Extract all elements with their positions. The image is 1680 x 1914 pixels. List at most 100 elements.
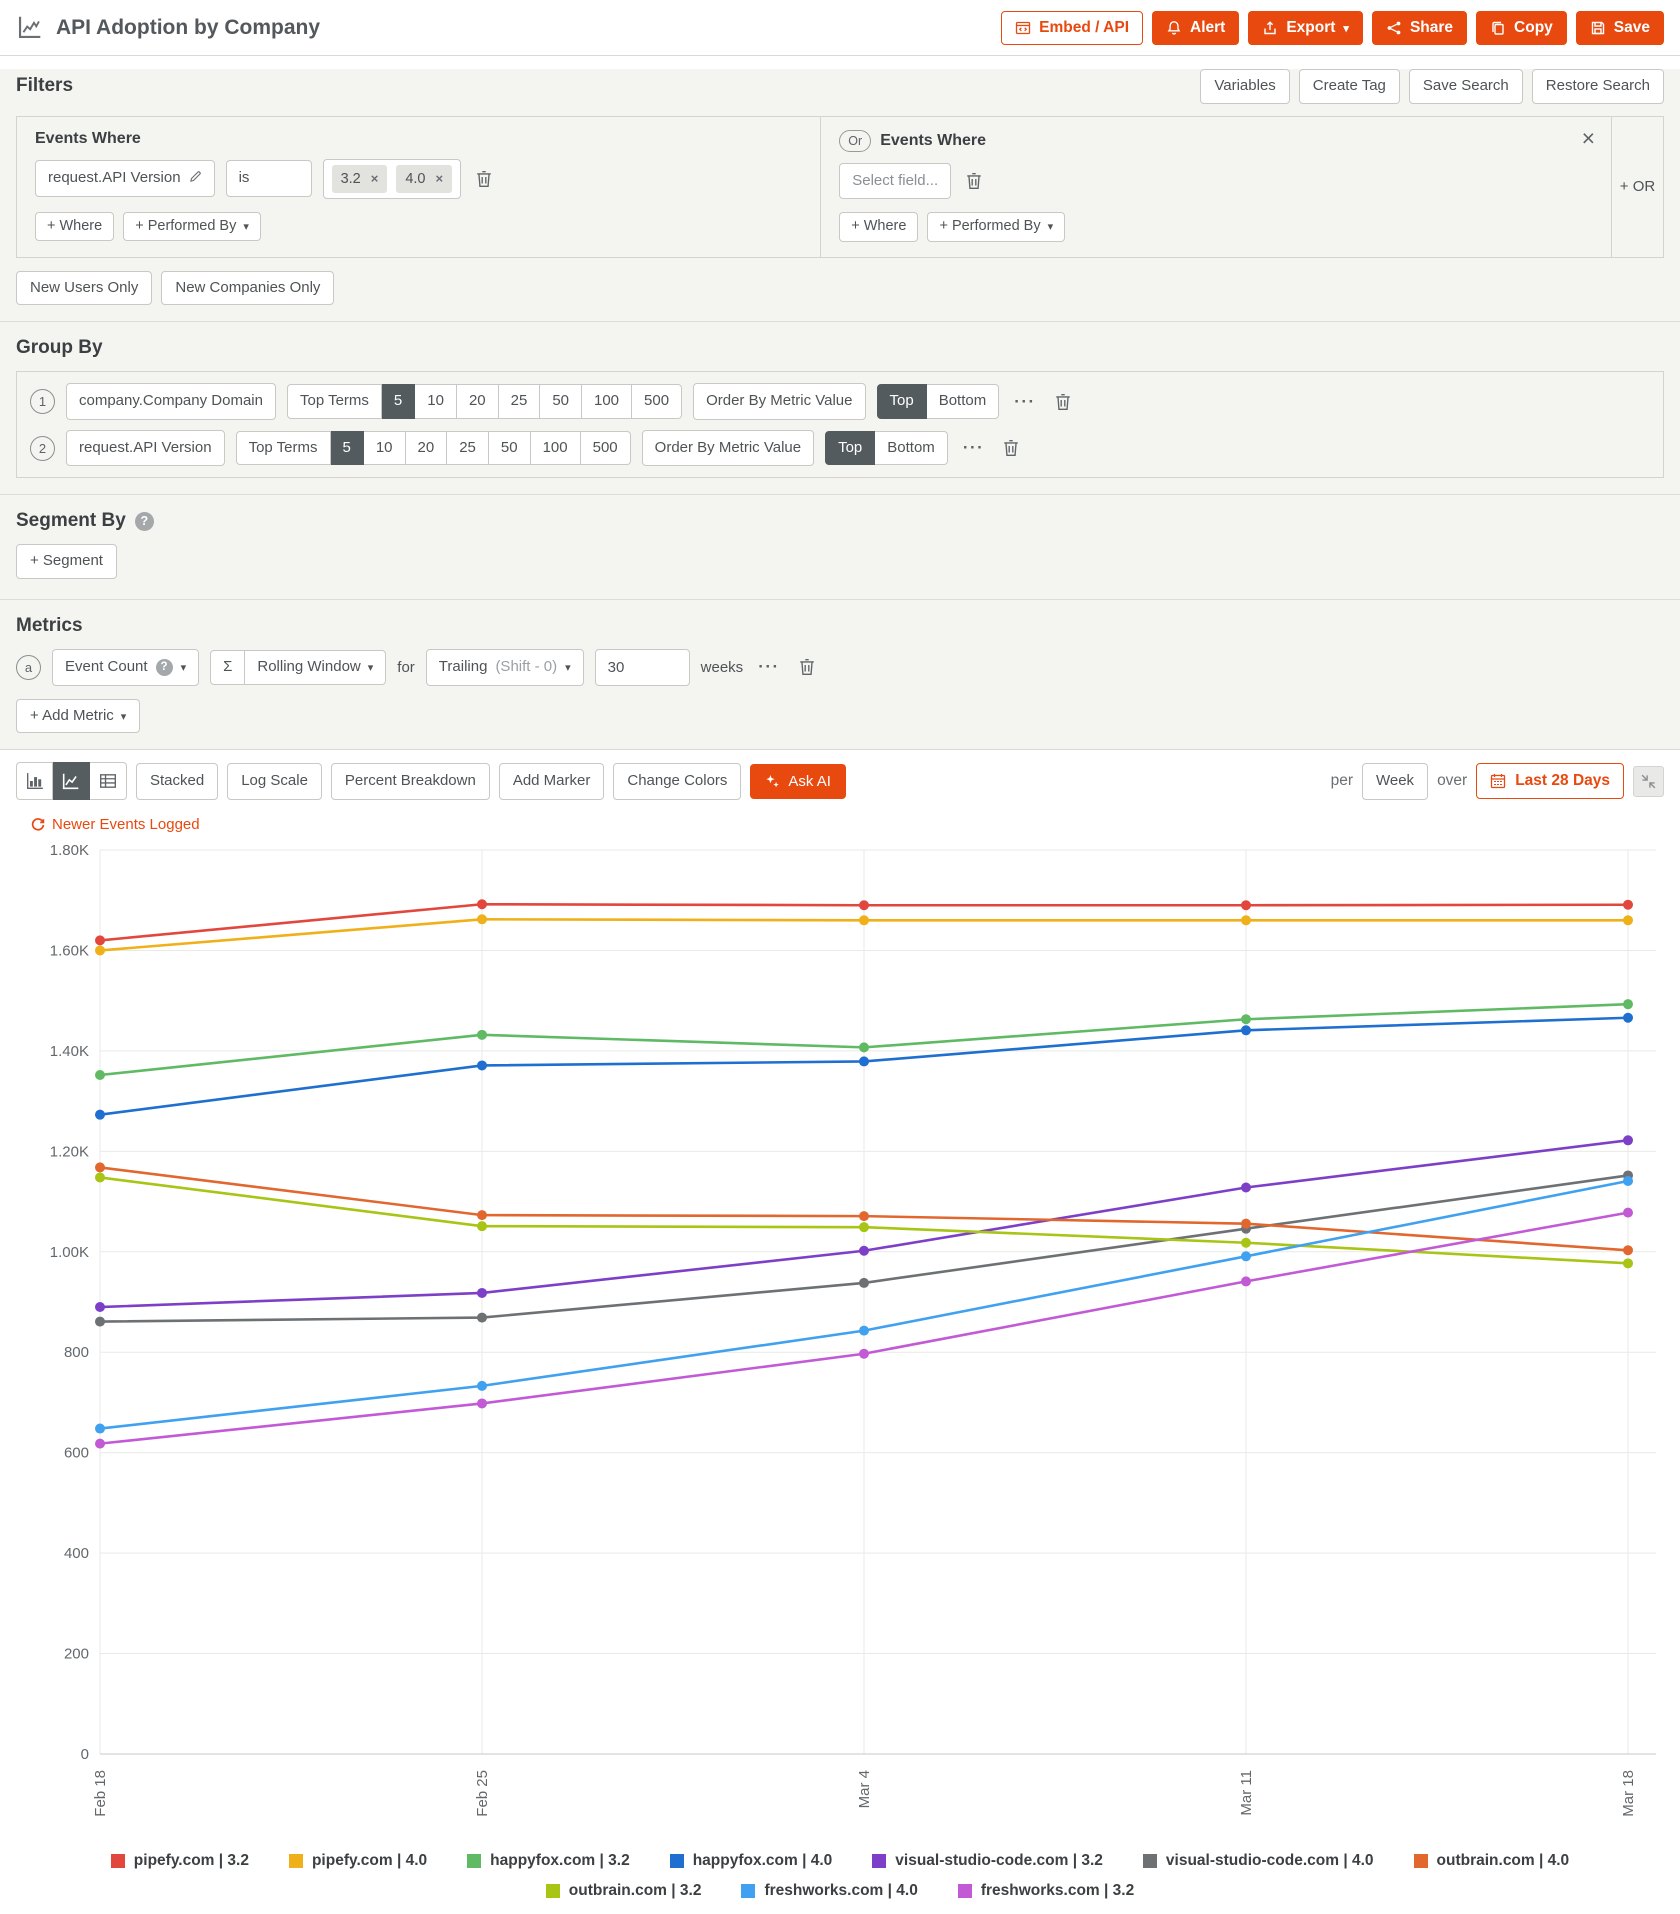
top-terms-option-25[interactable]: 25	[447, 431, 489, 466]
new-companies-only-button[interactable]: New Companies Only	[161, 271, 334, 306]
delete-group-button[interactable]	[1051, 389, 1075, 415]
data-point[interactable]	[477, 1060, 487, 1070]
copy-button[interactable]: Copy	[1476, 11, 1567, 45]
newer-events-button[interactable]: Newer Events Logged	[25, 815, 206, 834]
ask-ai-button[interactable]: Ask AI	[750, 764, 846, 799]
top-terms-option-5[interactable]: 5	[331, 431, 364, 466]
top-terms-option-10[interactable]: 10	[415, 384, 457, 419]
legend-item[interactable]: pipefy.com | 3.2	[111, 1852, 249, 1870]
add-metric-button[interactable]: + Add Metric	[16, 699, 140, 734]
restore-search-button[interactable]: Restore Search	[1532, 69, 1664, 104]
data-point[interactable]	[859, 1246, 869, 1256]
data-point[interactable]	[1623, 1135, 1633, 1145]
save-search-button[interactable]: Save Search	[1409, 69, 1523, 104]
data-point[interactable]	[477, 1288, 487, 1298]
data-point[interactable]	[859, 1278, 869, 1288]
data-point[interactable]	[1623, 1258, 1633, 1268]
direction-top-button[interactable]: Top	[877, 384, 927, 419]
direction-top-button[interactable]: Top	[825, 431, 875, 466]
data-point[interactable]	[1623, 999, 1633, 1009]
share-button[interactable]: Share	[1372, 11, 1467, 45]
top-terms-option-100[interactable]: 100	[582, 384, 632, 419]
data-point[interactable]	[1241, 1014, 1251, 1024]
legend-item[interactable]: freshworks.com | 3.2	[958, 1882, 1134, 1900]
top-terms-option-10[interactable]: 10	[364, 431, 406, 466]
data-point[interactable]	[477, 1210, 487, 1220]
top-terms-option-5[interactable]: 5	[382, 384, 415, 419]
legend-item[interactable]: outbrain.com | 4.0	[1414, 1852, 1570, 1870]
legend-item[interactable]: pipefy.com | 4.0	[289, 1852, 427, 1870]
data-point[interactable]	[95, 1439, 105, 1449]
data-point[interactable]	[859, 1042, 869, 1052]
data-point[interactable]	[1241, 915, 1251, 925]
add-segment-button[interactable]: + Segment	[16, 544, 117, 579]
data-point[interactable]	[95, 1423, 105, 1433]
save-button[interactable]: Save	[1576, 11, 1664, 45]
data-point[interactable]	[477, 1221, 487, 1231]
add-marker-button[interactable]: Add Marker	[499, 763, 605, 800]
data-point[interactable]	[477, 1030, 487, 1040]
chart-type-line-button[interactable]	[53, 762, 90, 800]
top-terms-option-50[interactable]: 50	[489, 431, 531, 466]
data-point[interactable]	[859, 900, 869, 910]
data-point[interactable]	[95, 1172, 105, 1182]
more-options-button[interactable]	[754, 655, 783, 679]
collapse-icon[interactable]	[1633, 766, 1664, 797]
legend-item[interactable]: outbrain.com | 3.2	[546, 1882, 702, 1900]
top-terms-option-25[interactable]: 25	[499, 384, 541, 419]
embed-api-button[interactable]: Embed / API	[1001, 11, 1143, 45]
interval-select[interactable]: Week	[1362, 763, 1428, 800]
data-point[interactable]	[1623, 1208, 1633, 1218]
top-terms-button[interactable]: Top Terms	[287, 384, 382, 419]
data-point[interactable]	[95, 1302, 105, 1312]
log-scale-button[interactable]: Log Scale	[227, 763, 322, 800]
create-tag-button[interactable]: Create Tag	[1299, 69, 1400, 104]
export-button[interactable]: Export	[1248, 11, 1363, 45]
window-select[interactable]: Rolling Window	[245, 650, 386, 685]
data-point[interactable]	[1241, 1025, 1251, 1035]
add-performed-by-button[interactable]: + Performed By	[927, 212, 1065, 242]
data-point[interactable]	[477, 1313, 487, 1323]
change-colors-button[interactable]: Change Colors	[613, 763, 741, 800]
data-point[interactable]	[95, 1110, 105, 1120]
data-point[interactable]	[859, 915, 869, 925]
delete-filter-button[interactable]	[472, 166, 496, 192]
more-options-button[interactable]	[959, 436, 988, 460]
data-point[interactable]	[1241, 1276, 1251, 1286]
top-terms-option-500[interactable]: 500	[632, 384, 682, 419]
metric-select[interactable]: Event Count	[52, 649, 199, 686]
stacked-button[interactable]: Stacked	[136, 763, 218, 800]
order-by-button[interactable]: Order By Metric Value	[642, 430, 814, 467]
top-terms-option-100[interactable]: 100	[531, 431, 581, 466]
legend-item[interactable]: happyfox.com | 3.2	[467, 1852, 630, 1870]
top-terms-option-50[interactable]: 50	[540, 384, 582, 419]
data-point[interactable]	[95, 1070, 105, 1080]
variables-button[interactable]: Variables	[1200, 69, 1289, 104]
data-point[interactable]	[1623, 915, 1633, 925]
data-point[interactable]	[859, 1326, 869, 1336]
data-point[interactable]	[859, 1222, 869, 1232]
data-point[interactable]	[1623, 1245, 1633, 1255]
data-point[interactable]	[1241, 1182, 1251, 1192]
data-point[interactable]	[477, 899, 487, 909]
chart-type-bar-button[interactable]	[16, 762, 53, 800]
date-range-button[interactable]: Last 28 Days	[1476, 763, 1624, 799]
add-where-button[interactable]: + Where	[35, 212, 114, 242]
data-point[interactable]	[1623, 1176, 1633, 1186]
data-point[interactable]	[1623, 900, 1633, 910]
remove-value-icon[interactable]	[371, 172, 379, 185]
sigma-button[interactable]: Σ	[210, 650, 245, 685]
help-icon[interactable]	[135, 512, 154, 531]
select-field-button[interactable]: Select field...	[839, 163, 951, 200]
alert-button[interactable]: Alert	[1152, 11, 1239, 45]
data-point[interactable]	[859, 1349, 869, 1359]
direction-bottom-button[interactable]: Bottom	[875, 431, 948, 466]
data-point[interactable]	[477, 1398, 487, 1408]
data-point[interactable]	[1241, 1238, 1251, 1248]
data-point[interactable]	[95, 935, 105, 945]
order-by-button[interactable]: Order By Metric Value	[693, 383, 865, 420]
direction-bottom-button[interactable]: Bottom	[927, 384, 1000, 419]
data-point[interactable]	[95, 1317, 105, 1327]
add-or-button[interactable]: + OR	[1614, 177, 1661, 196]
data-point[interactable]	[477, 914, 487, 924]
